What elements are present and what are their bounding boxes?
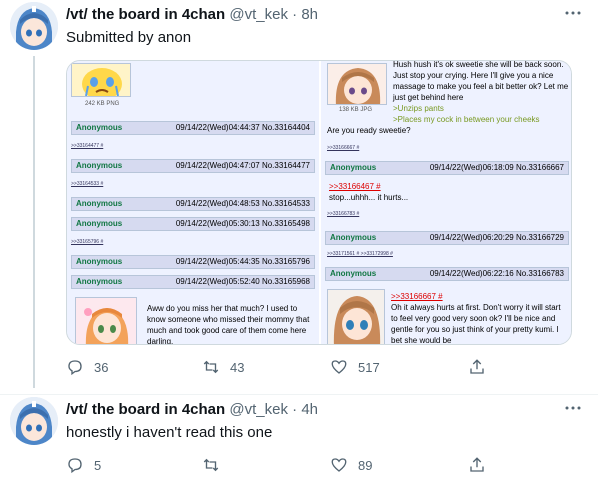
timestamp[interactable]: 4h	[301, 401, 318, 418]
post-meta: 09/14/22(Wed)04:44:37 No.33164404	[175, 123, 310, 132]
timestamp[interactable]: 8h	[301, 6, 318, 23]
backlink[interactable]: >>33171561 # >>33172998 #	[327, 251, 393, 257]
quote-link[interactable]: >>33166467 #	[329, 182, 381, 191]
tweet[interactable]: /vt/ the board in 4chan @vt_kek · 8h Sub…	[0, 0, 598, 388]
post-header: Anonymous 09/14/22(Wed)05:30:13 No.33165…	[71, 217, 315, 231]
post-meta: 09/14/22(Wed)05:30:13 No.33165498	[175, 219, 310, 228]
post-meta: 09/14/22(Wed)05:44:35 No.33165796	[175, 257, 310, 266]
post-body: Aww do you miss her that much? I used to…	[147, 304, 310, 345]
retweet-icon	[203, 458, 219, 472]
tweet-text: honestly i haven't read this one	[66, 424, 273, 441]
image-caption: 138 KB JPG	[339, 107, 373, 113]
tweet-header: /vt/ the board in 4chan @vt_kek · 4h	[66, 401, 318, 418]
reply-button[interactable]: 36	[66, 358, 108, 376]
post-header: Anonymous 09/14/22(Wed)06:20:29 No.33166…	[325, 231, 569, 245]
crying-face-thumbnail	[71, 63, 131, 97]
poster-name: Anonymous	[76, 199, 123, 208]
like-button[interactable]: 89	[330, 456, 372, 474]
post-meta: 09/14/22(Wed)04:48:53 No.33164533	[175, 199, 310, 208]
separator-dot: ·	[292, 401, 298, 418]
post-text: Hush hush it's ok sweetie she will be ba…	[393, 61, 569, 102]
post-header: Anonymous 09/14/22(Wed)04:47:07 No.33164…	[71, 159, 315, 173]
retweet-icon	[203, 360, 219, 374]
backlink[interactable]: >>33164533 #	[71, 181, 103, 187]
more-icon[interactable]	[564, 399, 582, 422]
tweet-actions: 36 43 517	[66, 358, 546, 378]
post-header: Anonymous 09/14/22(Wed)04:48:53 No.33164…	[71, 197, 315, 211]
post-meta: 09/14/22(Wed)06:20:29 No.33166729	[429, 233, 564, 242]
heart-icon	[331, 360, 347, 374]
reply-count: 36	[94, 359, 109, 375]
post-header: Anonymous 09/14/22(Wed)04:44:37 No.33164…	[71, 121, 315, 135]
anime-girl-thumbnail	[75, 297, 137, 344]
more-icon[interactable]	[564, 4, 582, 27]
share-icon	[470, 457, 484, 472]
media-right-panel: 138 KB JPG Hush hush it's ok sweetie she…	[321, 61, 571, 345]
poster-name: Anonymous	[330, 233, 377, 242]
like-button[interactable]: 517	[330, 358, 380, 376]
post-body: >>33166467 # stop...uhhh... it hurts...	[329, 181, 569, 203]
handle[interactable]: @vt_kek	[229, 6, 288, 23]
reply-icon	[68, 360, 82, 376]
retweet-button[interactable]	[202, 456, 230, 474]
share-icon	[470, 359, 484, 374]
display-name[interactable]: /vt/ the board in 4chan	[66, 6, 225, 23]
retweet-button[interactable]: 43	[202, 358, 244, 376]
post-question: Are you ready sweetie?	[327, 126, 411, 135]
post-body: Hush hush it's ok sweetie she will be ba…	[393, 61, 569, 125]
quote-link[interactable]: >>33166667 #	[391, 292, 443, 301]
avatar[interactable]	[10, 397, 58, 445]
handle[interactable]: @vt_kek	[229, 401, 288, 418]
post-header: Anonymous 09/14/22(Wed)06:22:16 No.33166…	[325, 267, 569, 281]
backlink[interactable]: >>33166783 #	[327, 211, 359, 217]
backlink[interactable]: >>33166667 #	[327, 145, 359, 151]
tweet-actions: 5 89	[66, 456, 546, 476]
heart-icon	[331, 458, 347, 472]
tweet-text: Submitted by anon	[66, 29, 192, 46]
post-meta: 09/14/22(Wed)06:18:09 No.33166667	[429, 163, 564, 172]
like-count: 89	[358, 457, 373, 473]
backlink[interactable]: >>33165796 #	[71, 239, 103, 245]
avatar-image	[10, 397, 58, 445]
reply-button[interactable]: 5	[66, 456, 101, 474]
like-count: 517	[358, 359, 380, 375]
avatar[interactable]	[10, 2, 58, 50]
post-body: >>33166667 # Oh it always hurts at first…	[391, 291, 569, 345]
post-text: Oh it always hurts at first. Don't worry…	[391, 303, 561, 345]
reply-icon	[68, 458, 82, 474]
post-text: stop...uhhh... it hurts...	[329, 193, 409, 202]
greentext-line: >Places my cock in between your cheeks	[393, 115, 540, 124]
poster-name: Anonymous	[76, 161, 123, 170]
post-header: Anonymous 09/14/22(Wed)06:18:09 No.33166…	[325, 161, 569, 175]
backlink[interactable]: >>33164477 #	[71, 143, 103, 149]
greentext-line: >Unzips pants	[393, 104, 444, 113]
anime-girl-thumbnail	[327, 289, 385, 344]
post-header: Anonymous 09/14/22(Wed)05:44:35 No.33165…	[71, 255, 315, 269]
display-name[interactable]: /vt/ the board in 4chan	[66, 401, 225, 418]
media-left-panel: 242 KB PNG Anonymous 09/14/22(Wed)04:44:…	[67, 61, 319, 345]
tweet-media[interactable]: 242 KB PNG Anonymous 09/14/22(Wed)04:44:…	[66, 60, 572, 345]
poster-name: Anonymous	[330, 163, 377, 172]
image-caption: 242 KB PNG	[85, 101, 120, 107]
poster-name: Anonymous	[76, 219, 123, 228]
separator-dot: ·	[292, 6, 298, 23]
poster-name: Anonymous	[76, 257, 123, 266]
post-meta: 09/14/22(Wed)05:52:40 No.33165968	[175, 277, 310, 286]
share-button[interactable]	[468, 358, 486, 376]
post-meta: 09/14/22(Wed)06:22:16 No.33166783	[429, 269, 564, 278]
reply-count: 5	[94, 457, 102, 473]
poster-name: Anonymous	[76, 123, 123, 132]
share-button[interactable]	[468, 456, 486, 474]
thread-line	[33, 56, 35, 388]
poster-name: Anonymous	[330, 269, 377, 278]
avatar-image	[10, 2, 58, 50]
post-header: Anonymous 09/14/22(Wed)05:52:40 No.33165…	[71, 275, 315, 289]
tweet-header: /vt/ the board in 4chan @vt_kek · 8h	[66, 6, 318, 23]
anime-girl-thumbnail	[327, 63, 387, 105]
poster-name: Anonymous	[76, 277, 123, 286]
retweet-count: 43	[230, 359, 245, 375]
post-meta: 09/14/22(Wed)04:47:07 No.33164477	[175, 161, 310, 170]
